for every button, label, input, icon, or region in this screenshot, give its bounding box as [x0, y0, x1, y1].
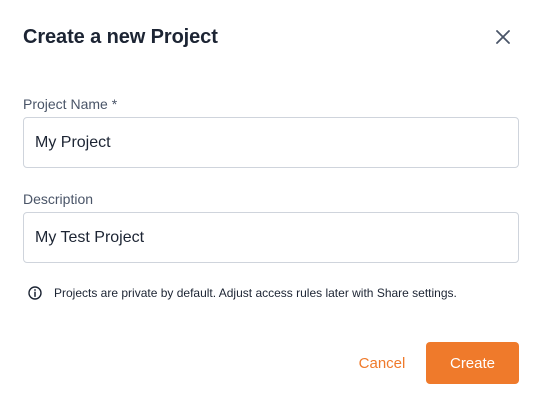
close-icon — [496, 30, 510, 44]
description-label: Description — [23, 191, 94, 207]
dialog-title: Create a new Project — [23, 26, 218, 48]
info-note: Projects are private by default. Adjust … — [28, 285, 457, 301]
description-input[interactable] — [23, 212, 519, 263]
project-name-input[interactable] — [23, 117, 519, 168]
create-project-dialog: Create a new Project Project Name * Desc… — [0, 0, 540, 406]
create-button[interactable]: Create — [426, 342, 519, 384]
info-text: Projects are private by default. Adjust … — [54, 286, 457, 300]
cancel-button[interactable]: Cancel — [345, 342, 419, 384]
dialog-header: Create a new Project — [23, 24, 517, 54]
project-name-label: Project Name * — [23, 96, 118, 112]
info-icon — [28, 286, 42, 300]
close-button[interactable] — [494, 28, 512, 46]
